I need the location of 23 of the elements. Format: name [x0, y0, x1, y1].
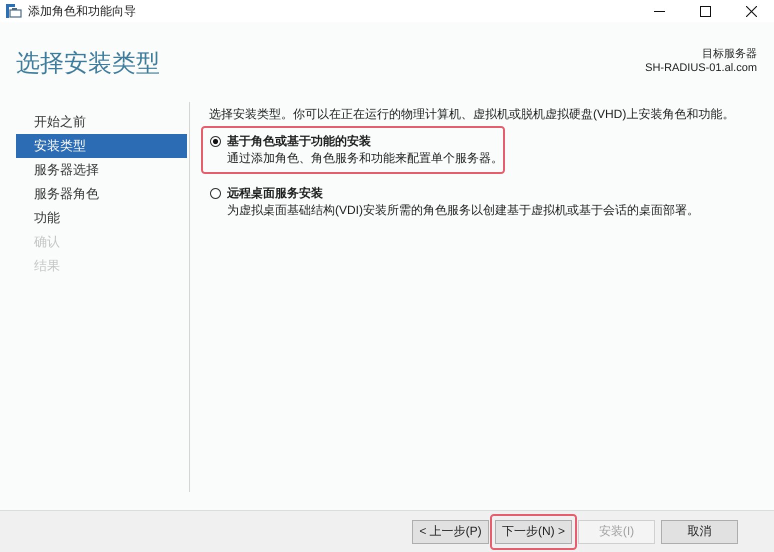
target-server-name: SH-RADIUS-01.al.com: [645, 61, 757, 75]
option-label[interactable]: 远程桌面服务安装: [227, 184, 323, 202]
step-item[interactable]: 服务器角色: [16, 182, 187, 206]
option-label[interactable]: 基于角色或基于功能的安装: [227, 132, 371, 150]
wizard-button[interactable]: 下一步(N) >: [495, 520, 572, 544]
step-item[interactable]: 安装类型: [16, 134, 187, 158]
radio-button[interactable]: [210, 188, 221, 198]
page-title: 选择安装类型: [16, 50, 160, 78]
step-item[interactable]: 开始之前: [16, 110, 187, 134]
close-icon[interactable]: [746, 6, 756, 16]
step-item[interactable]: 服务器选择: [16, 158, 187, 182]
option-description: 通过添加角色、角色服务和功能来配置单个服务器。: [227, 150, 503, 166]
maximize-icon[interactable]: [700, 6, 710, 16]
step-item[interactable]: 功能: [16, 206, 187, 230]
radio-button[interactable]: [210, 136, 221, 146]
minimize-icon[interactable]: [654, 10, 664, 12]
window-title: 添加角色和功能向导: [28, 2, 136, 20]
app-icon: [6, 4, 22, 18]
wizard-button[interactable]: 取消: [661, 520, 738, 544]
target-server-label: 目标服务器: [702, 47, 757, 61]
option-description: 为虚拟桌面基础结构(VDI)安装所需的角色服务以创建基于虚拟机或基于会话的桌面部署。: [227, 202, 699, 218]
wizard-button[interactable]: < 上一步(P): [412, 520, 489, 544]
intro-text: 选择安装类型。你可以在正在运行的物理计算机、虚拟机或脱机虚拟硬盘(VHD)上安装角色和功能。: [209, 106, 736, 122]
